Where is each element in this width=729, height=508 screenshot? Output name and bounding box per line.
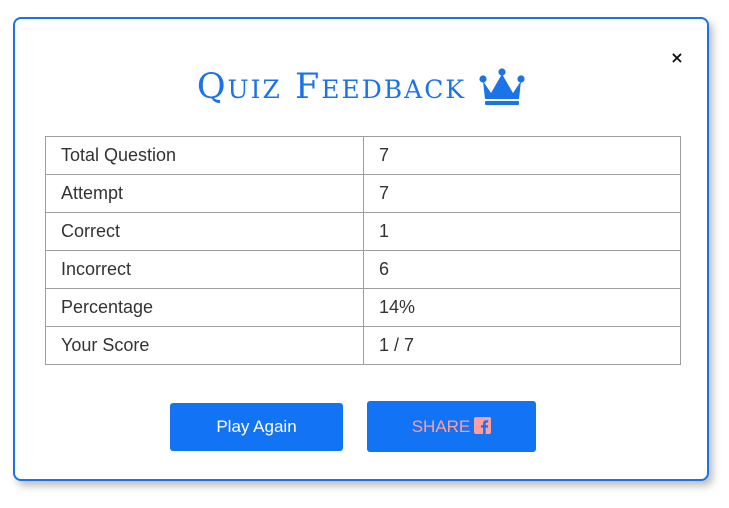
- table-row: Your Score 1 / 7: [45, 326, 681, 365]
- stat-value: 14%: [363, 288, 681, 327]
- dialog-header: Quiz Feedback: [15, 63, 707, 111]
- stat-label: Incorrect: [45, 250, 364, 289]
- stat-label: Attempt: [45, 174, 364, 213]
- crown-icon: [479, 68, 525, 105]
- stat-label: Correct: [45, 212, 364, 251]
- table-row: Total Question 7: [45, 136, 681, 175]
- stat-value: 7: [363, 136, 681, 175]
- dialog-title: Quiz Feedback: [196, 67, 467, 107]
- facebook-icon: [474, 417, 492, 434]
- quiz-feedback-dialog: × Quiz Feedback Total Question 7 Attempt…: [13, 17, 709, 481]
- stat-label: Percentage: [45, 288, 364, 327]
- stat-value: 1: [363, 212, 681, 251]
- share-label: SHARE: [411, 417, 471, 436]
- table-row: Incorrect 6: [45, 250, 681, 289]
- stat-value: 6: [363, 250, 681, 289]
- share-button[interactable]: SHARE: [367, 401, 536, 452]
- stat-label: Total Question: [45, 136, 364, 175]
- table-row: Percentage 14%: [45, 288, 681, 327]
- table-row: Correct 1: [45, 212, 681, 251]
- results-table: Total Question 7 Attempt 7 Correct 1 Inc…: [45, 136, 681, 365]
- play-again-button[interactable]: Play Again: [170, 403, 343, 451]
- stat-label: Your Score: [45, 326, 364, 365]
- stat-value: 7: [363, 174, 681, 213]
- table-row: Attempt 7: [45, 174, 681, 213]
- stat-value: 1 / 7: [363, 326, 681, 365]
